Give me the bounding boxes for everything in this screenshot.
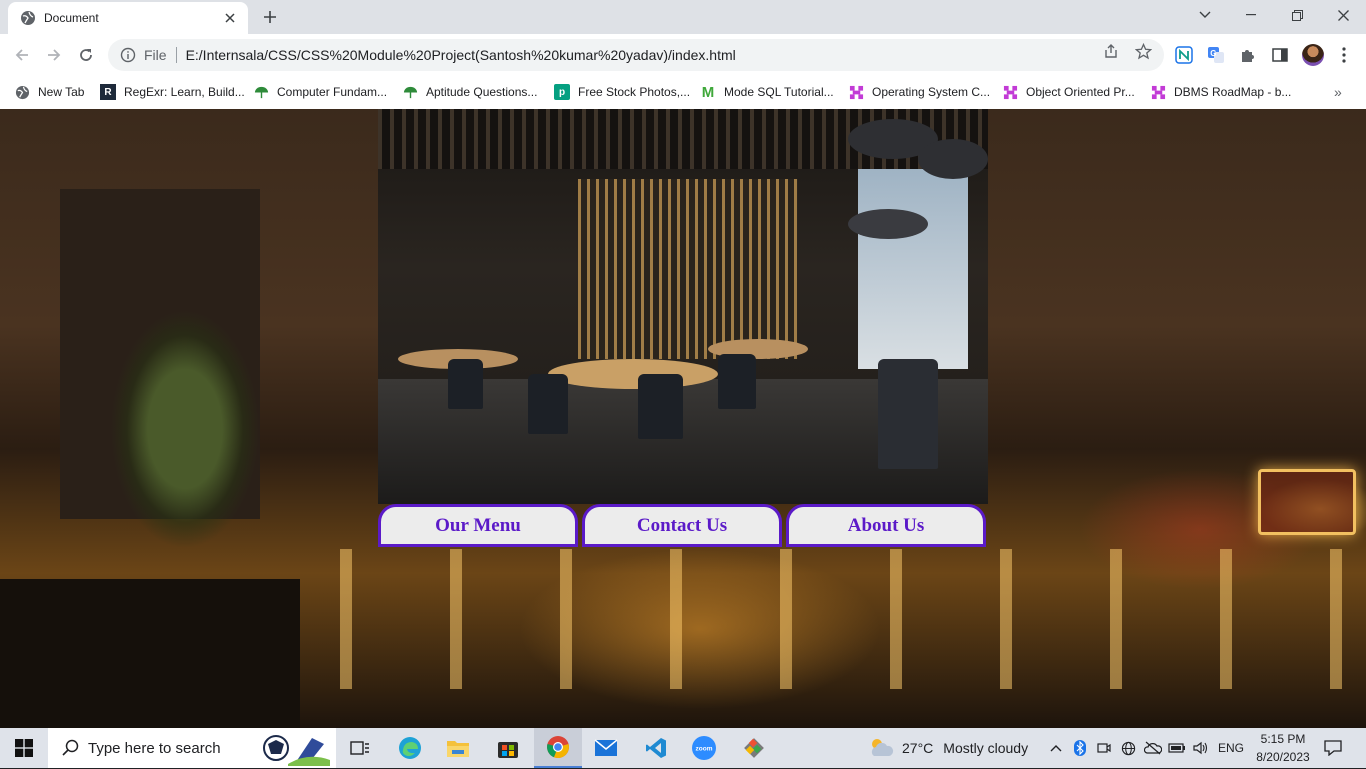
close-window-button[interactable]: [1320, 0, 1366, 30]
bookmark-regexr[interactable]: R RegExr: Learn, Build...: [100, 82, 245, 102]
edge-icon[interactable]: [386, 728, 434, 768]
profile-avatar[interactable]: [1302, 44, 1324, 66]
taskbar-search[interactable]: Type here to search: [48, 728, 336, 768]
search-highlight-image: [258, 730, 330, 766]
main-nav: Our Menu Contact Us About Us: [378, 504, 988, 547]
mode-icon: M: [701, 83, 715, 101]
bookmark-label: Operating System C...: [872, 85, 991, 99]
tab-search-icon[interactable]: [1182, 0, 1228, 30]
close-tab-icon[interactable]: [222, 10, 238, 26]
language-indicator[interactable]: ENG: [1214, 728, 1248, 768]
network-globe-icon[interactable]: [1118, 728, 1138, 768]
minimize-button[interactable]: [1228, 0, 1274, 30]
clock-time: 5:15 PM: [1260, 732, 1306, 746]
back-button[interactable]: [10, 43, 34, 67]
bookmark-label: RegExr: Learn, Build...: [124, 85, 245, 99]
address-url[interactable]: E:/Internsala/CSS/CSS%20Module%20Project…: [186, 47, 736, 63]
globe-icon: [20, 10, 36, 26]
bookmark-label: Mode SQL Tutorial...: [724, 85, 834, 99]
mail-icon[interactable]: [582, 728, 630, 768]
dots-icon: [848, 84, 864, 100]
bookmark-operating-system[interactable]: Operating System C...: [848, 82, 990, 102]
address-bar[interactable]: File E:/Internsala/CSS/CSS%20Module%20Pr…: [108, 39, 1164, 71]
bookmark-label: Aptitude Questions...: [426, 85, 538, 99]
new-tab-button[interactable]: [258, 6, 282, 28]
tab-strip: Document: [0, 0, 1366, 34]
browser-tab[interactable]: Document: [8, 2, 248, 34]
address-scheme: File: [144, 47, 167, 63]
cloudy-weather-icon: [868, 736, 894, 761]
umbrella-icon: [402, 84, 418, 100]
cloud-offline-icon[interactable]: [1142, 728, 1164, 768]
store-icon[interactable]: [484, 728, 532, 768]
bookmark-mode-sql[interactable]: M Mode SQL Tutorial...: [700, 82, 834, 102]
background-plant: [110, 309, 260, 549]
git-icon[interactable]: [730, 728, 778, 768]
bookmarks-bar: New Tab R RegExr: Learn, Build... Comput…: [0, 76, 1366, 110]
bookmark-label: New Tab: [38, 85, 85, 99]
bookmark-aptitude[interactable]: Aptitude Questions...: [402, 82, 537, 102]
reload-button[interactable]: [74, 43, 98, 67]
weather-text: Mostly cloudy: [943, 740, 1029, 756]
info-icon[interactable]: [120, 47, 136, 63]
volume-icon[interactable]: [1190, 728, 1212, 768]
bookmark-label: Computer Fundam...: [277, 85, 388, 99]
regexr-icon: R: [100, 84, 116, 100]
battery-icon[interactable]: [1166, 728, 1188, 768]
address-divider: [175, 47, 177, 63]
task-view-icon[interactable]: [336, 728, 384, 768]
background-neon-sign: [1258, 469, 1356, 535]
taskbar-clock[interactable]: 5:15 PM 8/20/2023: [1252, 730, 1314, 766]
search-icon: [62, 739, 80, 757]
page-background: Our Menu Contact Us About Us: [0, 109, 1366, 728]
start-button[interactable]: [0, 728, 48, 768]
bookmark-object-oriented[interactable]: Object Oriented Pr...: [1002, 82, 1135, 102]
background-foreground: [0, 579, 300, 728]
restore-button[interactable]: [1274, 0, 1320, 30]
browser-toolbar: File E:/Internsala/CSS/CSS%20Module%20Pr…: [0, 34, 1366, 76]
bookmark-pexels[interactable]: p Free Stock Photos,...: [554, 82, 690, 102]
pexels-icon: p: [554, 84, 570, 100]
more-bookmarks-button[interactable]: »: [1334, 84, 1342, 100]
zoom-icon[interactable]: zoom: [680, 728, 728, 768]
share-icon[interactable]: [1102, 42, 1120, 60]
svg-text:G: G: [1210, 49, 1216, 58]
show-hidden-icons[interactable]: [1046, 728, 1066, 768]
search-placeholder: Type here to search: [88, 739, 221, 757]
bookmark-star-icon[interactable]: [1134, 42, 1152, 60]
kebab-menu-icon[interactable]: [1334, 45, 1354, 65]
globe-icon: [14, 84, 30, 100]
bookmark-new-tab[interactable]: New Tab: [14, 82, 84, 102]
bookmark-label: DBMS RoadMap - b...: [1174, 85, 1292, 99]
about-us-button[interactable]: About Us: [786, 504, 986, 547]
notification-icon[interactable]: [1320, 728, 1346, 768]
extensions-puzzle-icon[interactable]: [1238, 45, 1258, 65]
umbrella-icon: [253, 84, 269, 100]
vscode-icon[interactable]: [632, 728, 680, 768]
translate-extension-icon[interactable]: G: [1206, 45, 1226, 65]
dots-icon: [1002, 84, 1018, 100]
bookmark-dbms-roadmap[interactable]: DBMS RoadMap - b...: [1150, 82, 1291, 102]
contact-us-button[interactable]: Contact Us: [582, 504, 782, 547]
bookmark-label: Object Oriented Pr...: [1026, 85, 1135, 99]
weather-widget[interactable]: 27°C Mostly cloudy: [868, 728, 1028, 768]
side-panel-icon[interactable]: [1270, 45, 1290, 65]
windows-taskbar: Type here to search zoom 27°C Mostly clo…: [0, 728, 1366, 768]
weather-temp: 27°C: [902, 740, 934, 756]
notion-extension-icon[interactable]: [1174, 45, 1194, 65]
tab-title: Document: [44, 11, 99, 25]
background-bar-lights: [300, 549, 1360, 689]
svg-text:zoom: zoom: [696, 746, 713, 753]
bookmark-label: Free Stock Photos,...: [578, 85, 691, 99]
chrome-icon[interactable]: [534, 728, 582, 768]
meet-now-icon[interactable]: [1094, 728, 1114, 768]
clock-date: 8/20/2023: [1256, 750, 1310, 764]
file-explorer-icon[interactable]: [434, 728, 482, 768]
hero-image: [378, 109, 988, 504]
our-menu-button[interactable]: Our Menu: [378, 504, 578, 547]
forward-button[interactable]: [42, 43, 66, 67]
bluetooth-icon[interactable]: [1070, 728, 1090, 768]
dots-icon: [1150, 84, 1166, 100]
bookmark-computer-fundamentals[interactable]: Computer Fundam...: [253, 82, 387, 102]
